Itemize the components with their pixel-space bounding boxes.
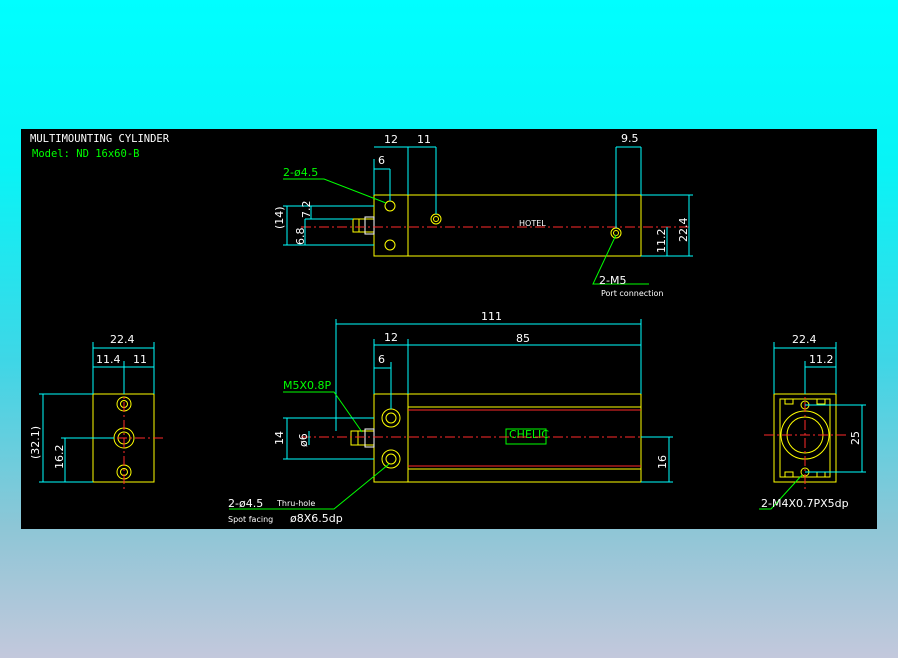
left-dim-11-4: 11.4 [96, 353, 121, 366]
right-end-view: 22.4 11.2 25 2-M4X0.7PX5dp [759, 333, 866, 510]
top-dim-6-8: 6.8 [294, 228, 307, 246]
top-dim-11-2: 11.2 [655, 229, 668, 254]
front-dim-85: 85 [516, 332, 530, 345]
right-dim-25: 25 [849, 431, 862, 445]
cad-drawing-canvas: MULTIMOUNTING CYLINDER Model: ND 16x60-B… [21, 129, 877, 529]
front-hole-callout: 2-ø4.5 [228, 497, 263, 510]
top-dim-12: 12 [384, 133, 398, 146]
front-dim-111: 111 [481, 310, 502, 323]
right-dim-22-4: 22.4 [792, 333, 817, 346]
top-dim-7-2: 7.2 [300, 201, 313, 219]
left-end-view: 22.4 11.4 11 (32.1) 16.2 [29, 333, 166, 489]
top-hole-callout: 2-ø4.5 [283, 166, 318, 179]
top-port-note: Port connection [601, 289, 663, 298]
top-view-port-right [610, 227, 622, 239]
left-dim-32-1: (32.1) [29, 426, 42, 459]
right-tap-callout: 2-M4X0.7PX5dp [761, 497, 849, 510]
front-nameplate-text: CHELIC [509, 428, 549, 441]
front-dim-16: 16 [656, 455, 669, 469]
top-dim-14: (14) [273, 206, 286, 229]
front-dim-6: 6 [378, 353, 385, 366]
top-dim-22-4: 22.4 [677, 218, 690, 243]
front-dim-14: 14 [273, 431, 286, 445]
drawing-model: Model: ND 16x60-B [32, 148, 139, 160]
front-view-rod-fitting [350, 430, 375, 446]
top-view-hole-upper [384, 200, 396, 212]
right-dim-11-2: 11.2 [809, 353, 834, 366]
top-view-center-mark: HOTEL [519, 219, 546, 228]
top-view: HOTEL 12 11 9.5 6 2-ø4.5 (14) 6.8 7.2 22… [273, 132, 693, 298]
top-view-rod-fitting [352, 218, 375, 233]
front-view-hole-upper [381, 408, 401, 428]
top-view-hole-lower [384, 239, 396, 251]
front-dim-12: 12 [384, 331, 398, 344]
left-dim-16-2: 16.2 [53, 445, 66, 470]
top-dim-11: 11 [417, 133, 431, 146]
left-dim-11: 11 [133, 353, 147, 366]
drawing-title: MULTIMOUNTING CYLINDER [30, 133, 170, 145]
front-view-hole-lower [381, 449, 401, 469]
front-hole-note: Thru-hole [276, 499, 315, 508]
front-thread-callout: M5X0.8P [283, 379, 332, 392]
front-spot-value: ø8X6.5dp [290, 512, 343, 525]
top-port-callout: 2-M5 [599, 274, 626, 287]
top-view-port-left [430, 213, 442, 225]
top-dim-6: 6 [378, 154, 385, 167]
front-spot-label: Spot facing [228, 515, 273, 524]
front-view: CHELIC 111 12 85 6 M5X0.8P 14 ø6 16 2-ø4… [228, 310, 673, 525]
top-view-body [373, 194, 642, 257]
cad-drawing-svg: MULTIMOUNTING CYLINDER Model: ND 16x60-B… [29, 132, 866, 525]
top-dim-9-5: 9.5 [621, 132, 639, 145]
left-dim-22-4: 22.4 [110, 333, 135, 346]
front-dim-phi6: ø6 [297, 433, 310, 447]
